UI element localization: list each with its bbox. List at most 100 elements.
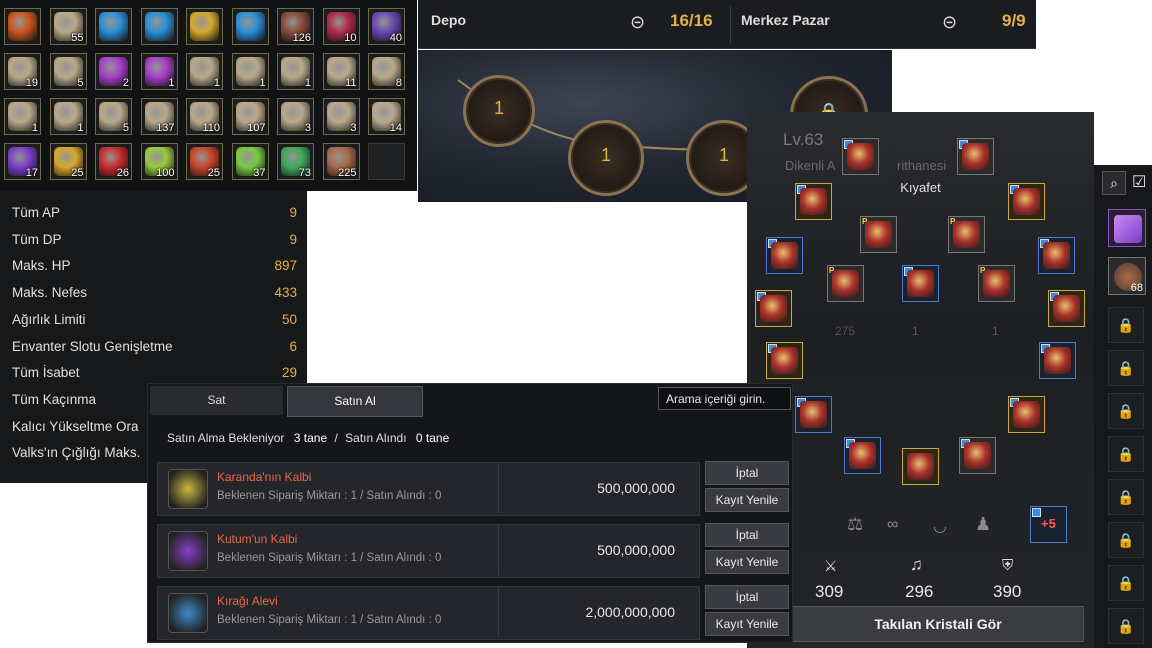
item-count: 55 xyxy=(71,32,84,44)
ring-slot[interactable] xyxy=(1008,183,1045,220)
view-crystal-button[interactable]: Takılan Kristali Gör xyxy=(792,606,1084,642)
inventory-slot[interactable]: 40 xyxy=(368,8,405,45)
inventory-slot[interactable]: 25 xyxy=(49,143,87,180)
costume-slot[interactable] xyxy=(959,437,996,474)
costume-top-slot[interactable]: P xyxy=(948,216,985,253)
inventory-slot[interactable]: 14 xyxy=(368,98,405,135)
inventory-slot[interactable]: 110 xyxy=(186,98,223,135)
inventory-slot[interactable] xyxy=(140,8,178,45)
gem-slot[interactable] xyxy=(902,265,939,302)
helmet-slot[interactable] xyxy=(842,138,879,175)
awakening-slot[interactable] xyxy=(795,396,832,433)
search-icon[interactable]: ⌕ xyxy=(1102,171,1126,195)
inventory-slot[interactable]: 55 xyxy=(49,8,87,45)
inventory-slot[interactable]: 126 xyxy=(277,8,314,45)
stat-row: Tüm DP 9 xyxy=(12,232,297,247)
ring-slot[interactable] xyxy=(1038,237,1075,274)
inventory-slot[interactable] xyxy=(231,8,269,45)
depo-label: Depo xyxy=(431,12,466,28)
inventory-slot[interactable]: 26 xyxy=(95,143,132,180)
inventory-slot[interactable]: 225 xyxy=(322,143,360,180)
item-count: 25 xyxy=(207,167,220,179)
search-input[interactable]: Arama içeriği girin. xyxy=(658,387,791,410)
cancel-button[interactable]: İptal xyxy=(705,461,789,485)
inventory-slot[interactable]: 3 xyxy=(322,98,360,135)
order-item-detail: Beklenen Sipariş Miktarı : 1 / Satın Alı… xyxy=(217,614,442,626)
order-item-detail: Beklenen Sipariş Miktarı : 1 / Satın Alı… xyxy=(217,490,442,502)
glove-slot[interactable]: P xyxy=(827,265,864,302)
medal-node[interactable]: 1 xyxy=(463,75,535,147)
earring-slot[interactable] xyxy=(1048,290,1085,327)
earring-slot[interactable] xyxy=(755,290,792,327)
inventory-slot[interactable]: 11 xyxy=(322,53,360,90)
renew-button[interactable]: Kayıt Yenile xyxy=(705,488,789,512)
inventory-slot[interactable]: 1 xyxy=(186,53,223,90)
inventory-slot[interactable]: 1 xyxy=(277,53,314,90)
inventory-slot[interactable]: 8 xyxy=(368,53,405,90)
inventory-slot[interactable]: 137 xyxy=(140,98,178,135)
equipment-icon xyxy=(907,453,934,480)
equipment-panel: Lv.63 Dikenli A rithanesi 275 1 1 Kıyafe… xyxy=(747,112,1094,648)
artifact-slot[interactable] xyxy=(1008,396,1045,433)
stat-row: Tüm İsabet 29 xyxy=(12,365,297,380)
boot-slot[interactable]: P xyxy=(978,265,1015,302)
shirt-icon[interactable]: ♟ xyxy=(975,514,991,535)
medal-node[interactable]: 1 xyxy=(568,120,644,196)
equipment-icon xyxy=(847,143,874,170)
equipment-icon xyxy=(1044,347,1071,374)
item-count: 110 xyxy=(202,122,220,134)
item-count: 14 xyxy=(389,122,402,134)
purple-box-item[interactable] xyxy=(1108,209,1146,247)
inventory-slot[interactable]: 17 xyxy=(4,143,41,180)
stat-value: 50 xyxy=(281,311,297,327)
inventory-slot[interactable] xyxy=(95,8,132,45)
inventory-slot[interactable]: 37 xyxy=(231,143,269,180)
secondary-slot[interactable] xyxy=(844,437,881,474)
cancel-button[interactable]: İptal xyxy=(705,523,789,547)
enhance-item-slot[interactable]: +5 xyxy=(1030,506,1067,543)
order-item-name: Kutum'un Kalbi xyxy=(217,532,298,546)
renew-button[interactable]: Kayıt Yenile xyxy=(705,550,789,574)
belt-icon[interactable]: ⚖ xyxy=(847,514,863,535)
crystal-slot[interactable] xyxy=(902,448,939,485)
necklace-slot[interactable] xyxy=(766,342,803,379)
weapon-slot[interactable] xyxy=(766,237,803,274)
armor-slot[interactable] xyxy=(957,138,994,175)
inventory-slot[interactable]: 3 xyxy=(277,98,314,135)
belt-slot[interactable] xyxy=(1039,342,1076,379)
inventory-slot[interactable] xyxy=(186,8,223,45)
checkbox-icon[interactable]: ☑ xyxy=(1132,171,1150,195)
inventory-slot[interactable]: 10 xyxy=(322,8,360,45)
item-count: 1 xyxy=(259,77,266,89)
inventory-slot[interactable]: 5 xyxy=(49,53,87,90)
tab-sell[interactable]: Sat xyxy=(150,386,283,415)
item-count: 3 xyxy=(304,122,311,134)
inventory-slot[interactable]: 100 xyxy=(140,143,178,180)
gold-gem-icon xyxy=(190,12,219,41)
glasses-icon[interactable]: ∞ xyxy=(887,516,898,534)
cancel-button[interactable]: İptal xyxy=(705,585,789,609)
purple-box-icon xyxy=(1114,215,1142,243)
inventory-slot[interactable]: 2 xyxy=(95,53,132,90)
order-summary: Satın Alma Bekleniyor 3 tane / Satın Alı… xyxy=(167,431,449,445)
weapon-slot[interactable] xyxy=(795,183,832,220)
inventory-slot[interactable]: 25 xyxy=(186,143,223,180)
inventory-slot[interactable]: 1 xyxy=(140,53,178,90)
lips-icon[interactable]: ◡ xyxy=(933,516,947,536)
inventory-slot[interactable]: 1 xyxy=(4,98,41,135)
bag-item[interactable]: 68 xyxy=(1108,257,1146,295)
inventory-slot[interactable]: 107 xyxy=(231,98,269,135)
tab-buy[interactable]: Satın Al xyxy=(287,386,423,417)
costume-helmet-slot[interactable]: P xyxy=(860,216,897,253)
renew-button[interactable]: Kayıt Yenile xyxy=(705,612,789,636)
inventory-slot[interactable]: 73 xyxy=(277,143,314,180)
storage-bar: Depo ⊝ 16/16 Merkez Pazar ⊝ 9/9 xyxy=(418,0,1036,49)
inventory-slot[interactable]: 5 xyxy=(95,98,132,135)
inventory-slot[interactable]: 1 xyxy=(231,53,269,90)
divider xyxy=(498,525,499,575)
inventory-slot[interactable] xyxy=(4,8,41,45)
inventory-slot[interactable]: 1 xyxy=(49,98,87,135)
inventory-slot[interactable]: 19 xyxy=(4,53,41,90)
equipment-icon xyxy=(760,295,787,322)
inventory-slot[interactable] xyxy=(368,143,405,180)
